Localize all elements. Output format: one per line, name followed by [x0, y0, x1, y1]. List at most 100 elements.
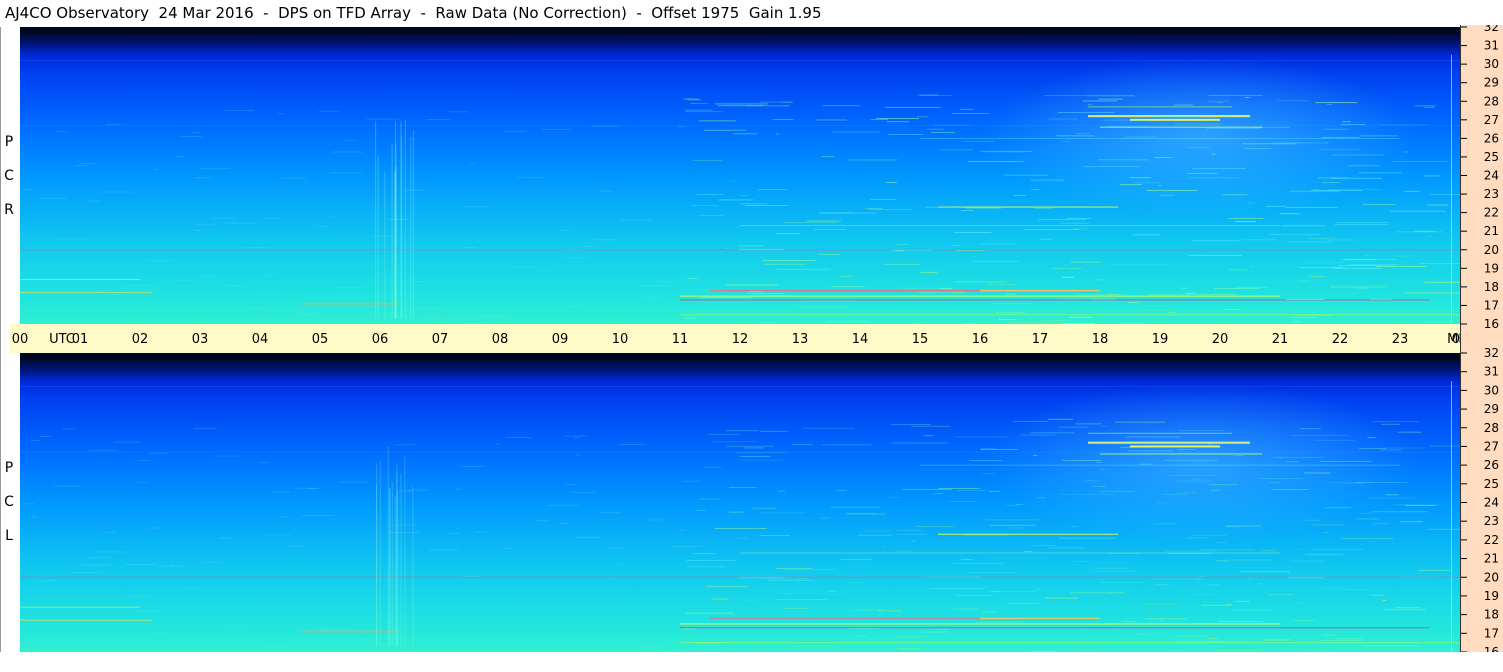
signal-segment [1048, 118, 1078, 120]
signal-segment [581, 245, 596, 247]
signal-segment [772, 119, 794, 121]
signal-segment [938, 488, 980, 489]
freq-tick-label: 16 [1484, 317, 1499, 331]
signal-segment [1257, 583, 1263, 585]
signal-segment [1319, 586, 1347, 588]
signal-segment [831, 286, 865, 287]
signal-segment [575, 537, 602, 538]
freq-tick-label: 24 [1484, 169, 1499, 183]
signal-segment [870, 198, 897, 200]
signal-segment [647, 519, 663, 521]
signal-segment [784, 607, 810, 609]
signal-segment [504, 548, 511, 550]
signal-segment [794, 645, 836, 647]
signal-segment [683, 317, 695, 319]
signal-segment [858, 635, 868, 637]
freq-tick-label: 17 [1484, 626, 1499, 640]
signal-segment [1223, 308, 1241, 310]
signal-segment [317, 226, 328, 228]
signal-segment [1009, 527, 1024, 529]
signal-segment [331, 151, 364, 153]
signal-segment [1222, 194, 1248, 196]
signal-segment [308, 297, 318, 299]
signal-segment [1062, 276, 1075, 278]
signal-segment [760, 101, 794, 103]
signal-segment [1069, 316, 1093, 318]
signal-segment [1322, 634, 1336, 636]
signal-segment [1244, 96, 1250, 98]
signal-segment [1121, 621, 1136, 623]
signal-segment [1285, 298, 1324, 300]
signal-segment [901, 488, 953, 490]
signal-segment [565, 249, 581, 251]
signal-segment [783, 222, 838, 224]
signal-segment [1127, 450, 1174, 452]
signal-segment [960, 108, 974, 110]
signal-segment [1119, 446, 1150, 448]
signal-segment [461, 466, 484, 467]
signal-segment [1235, 600, 1250, 602]
interference-line [680, 627, 1430, 629]
signal-segment [775, 599, 827, 601]
signal-segment [988, 491, 1000, 492]
signal-segment [259, 294, 280, 295]
signal-segment [989, 524, 1036, 526]
signal-segment [1030, 179, 1065, 181]
signal-segment [641, 645, 661, 647]
signal-segment [865, 208, 883, 210]
signal-segment [567, 305, 580, 307]
signal-segment [1289, 190, 1340, 192]
signal-segment [449, 533, 462, 534]
signal-segment [1044, 95, 1089, 97]
signal-segment [698, 297, 752, 299]
signal-segment [1150, 294, 1167, 296]
signal-segment [951, 292, 965, 293]
signal-segment [1424, 106, 1435, 108]
signal-segment [952, 245, 961, 247]
signal-segment [682, 628, 695, 630]
signal-segment [39, 436, 51, 437]
signal-segment [1087, 95, 1135, 97]
signal-segment [199, 168, 231, 170]
signal-segment [1058, 426, 1089, 428]
signal-segment [1071, 525, 1078, 527]
signal-segment [1225, 525, 1243, 527]
signal-segment [1196, 294, 1237, 296]
signal-segment [1308, 238, 1336, 240]
freq-tick-label: 23 [1484, 187, 1499, 201]
signal-segment [1192, 478, 1201, 480]
signal-segment [1070, 261, 1101, 263]
utc-tick-label: 07 [432, 332, 449, 347]
signal-segment [1154, 584, 1169, 586]
freq-tick-label: 29 [1484, 76, 1499, 90]
signal-segment [678, 529, 686, 531]
signal-segment [1372, 421, 1419, 423]
signal-segment [1158, 185, 1162, 187]
signal-segment [1393, 504, 1442, 506]
utc-axis: 00 01 02 03 04 05 06 07 08 09 10 11 12 13 14 15 16 17 18 19… [10, 324, 1475, 353]
signal-segment [225, 625, 245, 626]
signal-segment [1234, 221, 1256, 222]
signal-segment [1139, 463, 1152, 465]
signal-segment [929, 588, 985, 590]
signal-segment [980, 448, 996, 450]
signal-segment [695, 509, 707, 511]
interference-line [938, 206, 1118, 208]
signal-segment [1324, 507, 1352, 509]
signal-segment [1192, 168, 1246, 169]
signal-segment [764, 263, 806, 265]
signal-segment [1314, 439, 1356, 441]
signal-segment [1292, 321, 1301, 322]
signal-segment [1214, 177, 1239, 179]
utc-tick-label: 13 [792, 332, 809, 347]
signal-segment [776, 268, 831, 270]
signal-segment [821, 444, 872, 446]
signal-segment [1247, 577, 1252, 579]
signal-segment [1166, 474, 1216, 476]
signal-segment [1208, 484, 1238, 485]
signal-segment [1361, 512, 1373, 514]
signal-segment [1208, 100, 1230, 102]
signal-segment [1292, 620, 1316, 622]
signal-segment [1132, 234, 1161, 236]
signal-segment [1326, 104, 1332, 106]
